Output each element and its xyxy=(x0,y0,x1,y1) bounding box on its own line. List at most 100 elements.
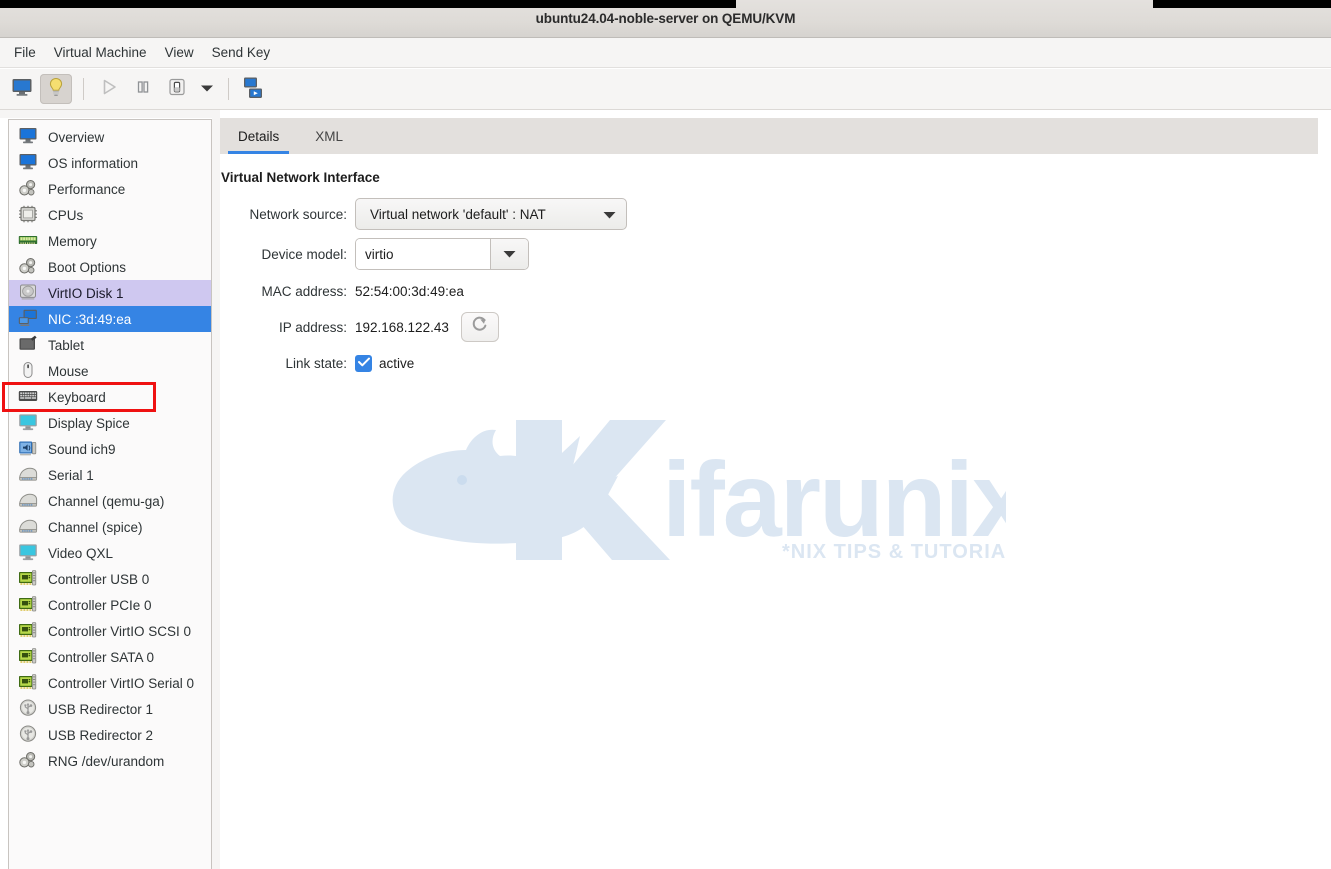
sound-card-icon xyxy=(18,439,40,459)
sidebar-item-controller-sata-0[interactable]: Controller SATA 0 xyxy=(9,644,211,670)
sidebar-item-label: RNG /dev/urandom xyxy=(48,753,165,769)
sidebar-item-controller-virtio-scsi-0[interactable]: Controller VirtIO SCSI 0 xyxy=(9,618,211,644)
shutdown-button[interactable] xyxy=(161,74,193,104)
sidebar-item-channel-qemu-ga[interactable]: Channel (qemu-ga) xyxy=(9,488,211,514)
sidebar-item-label: VirtIO Disk 1 xyxy=(48,285,124,301)
sidebar-item-os-information[interactable]: OS information xyxy=(9,150,211,176)
menu-virtual-machine[interactable]: Virtual Machine xyxy=(45,42,156,63)
expansion-card-icon xyxy=(18,647,40,667)
sidebar-item-display-spice[interactable]: Display Spice xyxy=(9,410,211,436)
sidebar-item-overview[interactable]: Overview xyxy=(9,124,211,150)
device-model-dropdown-button[interactable] xyxy=(490,239,528,269)
sidebar-item-cpus[interactable]: CPUs xyxy=(9,202,211,228)
titlebar-black-strip-right xyxy=(1153,0,1331,8)
link-state-row: Link state: active xyxy=(220,350,680,376)
sidebar-item-boot-options[interactable]: Boot Options xyxy=(9,254,211,280)
link-state-checkbox-label: active xyxy=(379,355,415,371)
ip-address-value: 192.168.122.43 xyxy=(355,319,449,335)
tab-details[interactable]: Details xyxy=(220,118,297,154)
sidebar-item-controller-virtio-serial-0[interactable]: Controller VirtIO Serial 0 xyxy=(9,670,211,696)
chevron-down-icon xyxy=(200,80,214,98)
sidebar-item-nic-3d-49-ea[interactable]: NIC :3d:49:ea xyxy=(9,306,211,332)
ip-address-row: IP address: 192.168.122.43 xyxy=(220,312,680,342)
refresh-ip-button[interactable] xyxy=(460,312,499,342)
sidebar-item-keyboard[interactable]: Keyboard xyxy=(9,384,211,410)
sidebar-item-controller-pcie-0[interactable]: Controller PCIe 0 xyxy=(9,592,211,618)
monitor-icon xyxy=(18,153,40,173)
snapshots-button[interactable] xyxy=(238,74,270,104)
menu-bar: File Virtual Machine View Send Key xyxy=(0,38,1331,68)
menu-view[interactable]: View xyxy=(156,42,203,63)
sidebar-item-usb-redirector-2[interactable]: USB Redirector 2 xyxy=(9,722,211,748)
mouse-icon xyxy=(18,361,40,381)
hardware-list-panel[interactable]: Overview OS information Performance CPUs Mem… xyxy=(8,119,212,869)
sidebar-item-label: Overview xyxy=(48,129,105,145)
sidebar-item-label: Serial 1 xyxy=(48,467,94,483)
show-console-button[interactable] xyxy=(6,74,38,104)
pause-button[interactable] xyxy=(127,74,159,104)
sidebar-item-sound-ich9[interactable]: Sound ich9 xyxy=(9,436,211,462)
sidebar-item-usb-redirector-1[interactable]: USB Redirector 1 xyxy=(9,696,211,722)
toolbar-separator-2 xyxy=(228,78,229,100)
svg-text:*NIX TIPS & TUTORIALS: *NIX TIPS & TUTORIALS xyxy=(782,541,1006,563)
show-details-button[interactable] xyxy=(40,74,72,104)
monitor-icon xyxy=(18,127,40,147)
expansion-card-icon xyxy=(18,673,40,693)
screens-icon xyxy=(242,76,266,103)
section-heading: Virtual Network Interface xyxy=(221,170,380,185)
svg-text:ifarunix: ifarunix xyxy=(662,441,1006,559)
ip-address-label: IP address: xyxy=(278,319,347,335)
link-state-checkbox[interactable] xyxy=(355,354,372,372)
device-model-input[interactable]: virtio xyxy=(356,239,490,269)
device-model-label: Device model: xyxy=(261,246,347,262)
sidebar-item-serial-1[interactable]: Serial 1 xyxy=(9,462,211,488)
tab-xml[interactable]: XML xyxy=(297,118,361,154)
nic-form: Network source: Virtual network 'default… xyxy=(220,198,680,384)
mac-address-label: MAC address: xyxy=(261,283,347,299)
sidebar-item-performance[interactable]: Performance xyxy=(9,176,211,202)
sidebar-item-label: Video QXL xyxy=(48,545,114,561)
device-model-combobox[interactable]: virtio xyxy=(355,238,529,270)
tablet-icon xyxy=(18,335,40,355)
sidebar-item-controller-usb-0[interactable]: Controller USB 0 xyxy=(9,566,211,592)
virt-manager-window: ubuntu24.04-noble-server on QEMU/KVM Fil… xyxy=(0,0,1331,869)
tab-strip: Details XML xyxy=(220,118,1318,154)
network-source-combobox[interactable]: Virtual network 'default' : NAT xyxy=(355,198,627,230)
usb-icon xyxy=(18,699,40,719)
sidebar-item-video-qxl[interactable]: Video QXL xyxy=(9,540,211,566)
sidebar-item-label: Performance xyxy=(48,181,126,197)
gears-icon xyxy=(18,751,40,771)
device-model-row: Device model: virtio xyxy=(220,238,680,270)
tab-xml-label: XML xyxy=(315,128,344,144)
toolbar-separator-1 xyxy=(83,78,84,100)
menu-send-key[interactable]: Send Key xyxy=(203,42,280,63)
mac-address-row: MAC address: 52:54:00:3d:49:ea xyxy=(220,278,680,304)
sidebar-item-label: Tablet xyxy=(48,337,85,353)
sidebar-item-virtio-disk-1[interactable]: VirtIO Disk 1 xyxy=(9,280,211,306)
memory-stick-icon xyxy=(18,231,40,251)
details-pane: Details XML ifarunix *NIX TIPS & TUTORIA… xyxy=(220,110,1318,869)
serial-port-icon xyxy=(18,465,40,485)
run-button[interactable] xyxy=(93,74,125,104)
sidebar-item-memory[interactable]: Memory xyxy=(9,228,211,254)
titlebar-black-strip-left xyxy=(0,0,736,8)
sidebar-item-label: Keyboard xyxy=(48,389,106,405)
mac-address-value: 52:54:00:3d:49:ea xyxy=(355,283,464,299)
details-body: ifarunix *NIX TIPS & TUTORIALS Virtual N… xyxy=(220,154,1318,869)
sidebar-item-mouse[interactable]: Mouse xyxy=(9,358,211,384)
sidebar-item-label: Memory xyxy=(48,233,97,249)
hardware-list: Overview OS information Performance CPUs Mem… xyxy=(9,120,211,774)
sidebar-item-tablet[interactable]: Tablet xyxy=(9,332,211,358)
power-switch-icon xyxy=(166,76,188,103)
window-right-edge xyxy=(1318,110,1331,869)
sidebar-item-rng-dev-urandom[interactable]: RNG /dev/urandom xyxy=(9,748,211,774)
shutdown-menu-button[interactable] xyxy=(195,74,219,104)
lightbulb-icon xyxy=(45,76,67,103)
sidebar-item-channel-spice[interactable]: Channel (spice) xyxy=(9,514,211,540)
menu-file[interactable]: File xyxy=(5,42,45,63)
check-icon xyxy=(357,354,370,372)
sidebar-item-label: Controller SATA 0 xyxy=(48,649,155,665)
sidebar-gutter xyxy=(212,110,220,869)
cpu-chip-icon xyxy=(18,205,40,225)
network-source-value: Virtual network 'default' : NAT xyxy=(370,206,546,222)
